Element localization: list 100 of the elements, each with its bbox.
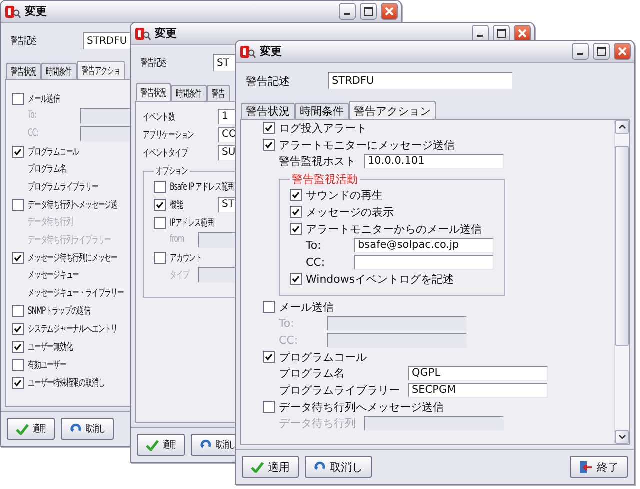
checkbox[interactable] [12, 146, 24, 158]
tab[interactable]: 警告 [206, 85, 230, 102]
checkbox[interactable] [12, 252, 24, 264]
checkbox[interactable] [290, 273, 302, 285]
minimize-button[interactable] [339, 3, 356, 20]
checkbox[interactable] [12, 376, 24, 388]
check-icon [251, 462, 264, 472]
checkbox[interactable] [12, 198, 24, 210]
field-label: データ待ち行列 [28, 216, 73, 228]
field-label: イベント数 [143, 110, 175, 124]
exit-icon [579, 460, 593, 474]
field-label: データ待ち行列ライブラリー [28, 234, 112, 246]
maximize-button[interactable] [593, 43, 610, 60]
app-icon [5, 4, 21, 18]
checkbox[interactable] [154, 216, 166, 228]
input-field[interactable]: 10.0.0.101 [364, 154, 504, 168]
tab[interactable]: 警告状況 [136, 83, 172, 102]
tab[interactable]: 警告アクショ [76, 61, 126, 80]
checkbox[interactable] [263, 351, 275, 363]
maximize-icon [364, 7, 373, 16]
field-label: データ待ち行列 [279, 416, 356, 430]
app-icon [135, 26, 151, 40]
checkbox-label: メール送信 [28, 92, 60, 106]
input-field[interactable]: bsafe@solpac.co.jp [354, 238, 494, 252]
close-button[interactable] [381, 3, 398, 20]
dialog-button[interactable]: 適用 [137, 434, 185, 456]
scroll-up-button[interactable] [615, 120, 629, 134]
checkbox-label: アラートモニターにメッセージ送信 [279, 138, 455, 152]
checkbox[interactable] [12, 358, 24, 370]
checkbox[interactable] [154, 252, 166, 264]
tab[interactable]: 時間条件 [41, 63, 77, 80]
tab[interactable]: 警告状況 [6, 63, 42, 80]
check-icon [146, 440, 159, 450]
minimize-button[interactable] [572, 43, 589, 60]
checkbox[interactable] [12, 92, 24, 104]
checkbox[interactable] [12, 340, 24, 352]
undo-icon [200, 439, 212, 451]
field-label: 警告記述 [246, 74, 290, 88]
tab[interactable]: 警告状況 [241, 103, 295, 120]
checkbox[interactable] [154, 198, 166, 210]
checkbox[interactable] [290, 189, 302, 201]
checkbox[interactable] [263, 139, 275, 151]
check-icon [16, 424, 29, 434]
checkbox[interactable] [263, 301, 275, 313]
maximize-button[interactable] [360, 3, 377, 20]
input-field[interactable] [354, 254, 494, 270]
field-label: プログラム名 [279, 366, 345, 380]
field-label: タイプ [170, 268, 190, 282]
field-label: 警告記述 [141, 56, 167, 70]
field-label: CC: [28, 128, 39, 139]
checkbox-label: システムジャーナルへエントリ [28, 322, 118, 336]
group-title: 警告監視活動 [292, 172, 358, 187]
field-label: To: [279, 316, 294, 330]
scroll-thumb[interactable] [615, 146, 629, 346]
input-field[interactable]: QGPL [408, 366, 548, 380]
maximize-icon [497, 29, 506, 38]
checkbox[interactable] [154, 180, 166, 192]
checkbox-label: メール送信 [279, 300, 334, 314]
close-button[interactable] [614, 43, 631, 60]
checkbox-label: 有効ユーザー [28, 358, 66, 372]
tab[interactable]: 時間条件 [295, 103, 349, 120]
dialog-button[interactable]: 取消し [60, 418, 114, 440]
undo-icon [314, 461, 326, 473]
checkbox[interactable] [263, 122, 275, 134]
checkbox-label: プログラムコール [28, 146, 80, 158]
field-label: 警告監視ホスト [279, 154, 356, 168]
window-title: 変更 [25, 4, 48, 19]
checkbox[interactable] [12, 304, 24, 316]
checkbox[interactable] [290, 206, 302, 218]
field-label: アプリケーション [143, 128, 194, 142]
tab[interactable]: 時間条件 [171, 85, 207, 102]
checkbox[interactable] [263, 401, 275, 413]
field-label: CC: [279, 334, 298, 346]
scrollbar[interactable] [614, 120, 629, 444]
checkbox-label: メッセージの表示 [306, 204, 394, 220]
checkbox-label: ログ投入アラート [279, 120, 367, 136]
checkbox-label: 機能 [170, 198, 183, 212]
dialog-button[interactable]: 適用 [242, 456, 299, 478]
app-icon [240, 44, 256, 58]
input-field[interactable]: STRDFU [328, 72, 513, 90]
checkbox-label: プログラムコール [279, 350, 367, 364]
field-label: To: [28, 110, 36, 121]
field-label: プログラム名 [28, 162, 66, 176]
undo-icon [70, 423, 82, 435]
scroll-down-button[interactable] [615, 430, 629, 444]
dialog-button[interactable]: 適用 [7, 418, 55, 440]
dialog-button[interactable]: 取消し [305, 456, 372, 478]
dialog-button[interactable]: 終了 [570, 456, 628, 478]
field-label: メッセージキュー・ライブラリー [28, 286, 124, 300]
checkbox-label: SNMPトラップの送信 [28, 304, 90, 318]
close-icon [385, 7, 394, 16]
input-field[interactable]: SECPGM [408, 382, 548, 398]
field-label: プログラムライブラリー [279, 382, 400, 398]
checkbox[interactable] [12, 322, 24, 334]
maximize-icon [597, 47, 606, 56]
close-icon [618, 47, 627, 56]
checkbox[interactable] [290, 223, 302, 235]
checkbox-label: メッセージ待ち行列にメッセー [28, 252, 118, 264]
tab[interactable]: 警告アクション [349, 101, 436, 120]
checkbox-label: データ待ち行列へメッセージ送 [28, 198, 118, 212]
